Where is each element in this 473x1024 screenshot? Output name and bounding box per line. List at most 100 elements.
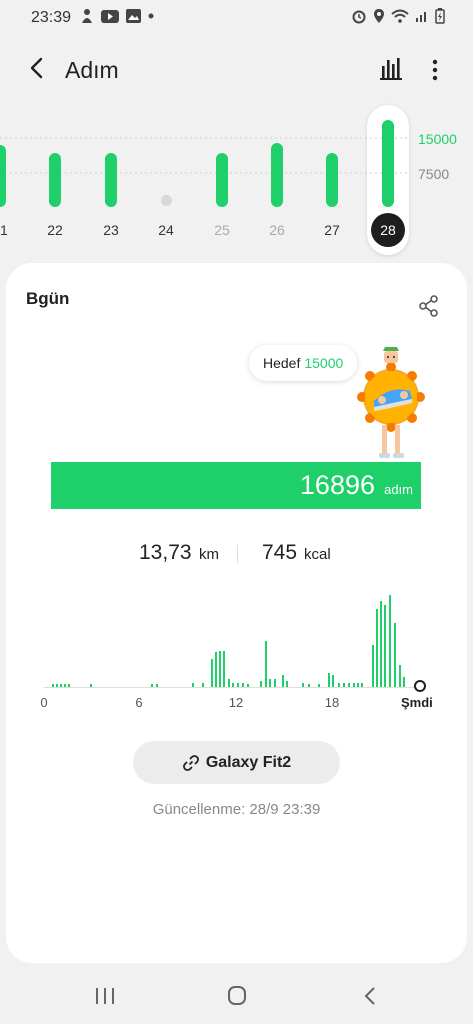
bar-chart-icon[interactable]: [378, 56, 406, 82]
distance-unit: km: [199, 546, 219, 563]
hourly-bar: [394, 623, 396, 687]
week-day-label-27[interactable]: 27: [312, 222, 352, 238]
recents-icon[interactable]: [90, 984, 120, 1008]
hourly-bar: [247, 684, 249, 687]
hourly-bar: [376, 609, 378, 687]
youtube-icon: [101, 9, 119, 23]
device-label: Galaxy Fit2: [205, 753, 292, 771]
hourly-bar: [343, 683, 345, 687]
alarm-icon: [352, 10, 366, 24]
goal-label: Hedef: [263, 355, 301, 371]
steps-progress-bar: 16896 adım: [51, 462, 421, 509]
week-day-label-23[interactable]: 23: [91, 222, 131, 238]
link-icon: [182, 754, 199, 771]
week-bar-22[interactable]: [49, 152, 61, 207]
steps-count: 16896: [299, 470, 375, 500]
week-bar-25[interactable]: [216, 152, 228, 207]
week-bar-26[interactable]: [271, 143, 283, 207]
back-chevron-icon[interactable]: [24, 54, 50, 82]
hourly-bar: [151, 684, 153, 687]
hourly-bar: [274, 679, 276, 687]
week-day-label-25[interactable]: 25: [202, 222, 242, 238]
week-day-label-21[interactable]: 21: [0, 222, 20, 238]
hourly-bar: [232, 683, 234, 687]
hourly-bar: [211, 659, 213, 687]
week-day-label-22[interactable]: 22: [35, 222, 75, 238]
hourly-bar: [192, 683, 194, 687]
hourly-bar: [308, 684, 310, 687]
hourly-bar: [215, 652, 217, 687]
page-title: Adım: [65, 57, 119, 83]
dot-icon: [148, 13, 154, 19]
hourly-axis-line: [44, 687, 414, 688]
system-nav-bar: [0, 964, 473, 1024]
gallery-icon: [126, 9, 141, 23]
hourly-bar: [380, 601, 382, 687]
more-vertical-icon[interactable]: [423, 56, 447, 84]
hourly-bar: [265, 641, 267, 687]
calories-value: 745: [262, 541, 298, 564]
status-time: 23:39: [31, 9, 72, 26]
week-empty-dot-24[interactable]: [161, 195, 172, 206]
week-day-label-24[interactable]: 24: [146, 222, 186, 238]
hourly-bar: [68, 684, 70, 687]
week-bar-28[interactable]: [382, 120, 394, 207]
week-chart-grid: [0, 137, 410, 174]
hourly-bar: [318, 684, 320, 687]
status-bar: 23:39: [0, 0, 473, 36]
now-marker: [414, 680, 426, 692]
week-bar-21[interactable]: [0, 145, 6, 207]
hour-label-18: 18: [324, 695, 340, 710]
hourly-bar: [282, 675, 284, 687]
hourly-bar: [90, 684, 92, 687]
hourly-bar: [260, 681, 262, 687]
goal-bubble: Hedef 15000: [249, 345, 358, 381]
hourly-bar: [332, 675, 334, 687]
updated-text: Güncellenme: 28/9 23:39: [152, 801, 321, 818]
stats-divider: [237, 545, 238, 563]
hourly-bar: [372, 645, 374, 687]
hourly-bar: [353, 683, 355, 687]
hourly-bar: [399, 665, 401, 687]
today-card: Bgün Hedef 15000 16896 adım 13,73 km 745…: [6, 263, 467, 963]
app-bar: Adım: [0, 44, 473, 96]
home-icon[interactable]: [222, 984, 252, 1008]
status-right-icons: [351, 8, 445, 24]
wifi-icon: [391, 9, 409, 23]
hourly-bar: [60, 684, 62, 687]
now-label: Şmdi: [401, 695, 433, 710]
hourly-bar: [223, 651, 225, 687]
steps-unit: adım: [384, 482, 413, 497]
week-day-label-28[interactable]: 28: [371, 213, 405, 247]
week-bar-23[interactable]: [105, 152, 117, 207]
hourly-bar: [389, 595, 391, 687]
distance-value: 13,73: [139, 541, 192, 564]
hourly-bar: [52, 684, 54, 687]
hourly-bar: [348, 683, 350, 687]
hourly-bar: [338, 683, 340, 687]
goal-value: 15000: [304, 355, 344, 371]
today-title: Bgün: [26, 289, 70, 308]
hourly-bar: [361, 683, 363, 687]
y-axis-tick-mid: 7500: [418, 166, 450, 182]
mascot-illustration: [357, 347, 425, 458]
hourly-bar: [242, 683, 244, 687]
share-icon[interactable]: [418, 295, 440, 317]
hourly-bar: [237, 683, 239, 687]
hour-label-12: 12: [228, 695, 244, 710]
week-day-label-26[interactable]: 26: [257, 222, 297, 238]
calories-unit: kcal: [304, 546, 331, 563]
location-icon: [374, 9, 384, 23]
hourly-bar: [403, 677, 405, 687]
nav-back-icon[interactable]: [356, 984, 386, 1008]
battery-icon: [435, 8, 445, 24]
hourly-bar: [357, 683, 359, 687]
hourly-bar: [328, 673, 330, 687]
week-bar-27[interactable]: [326, 152, 338, 207]
hourly-bar: [56, 684, 58, 687]
device-button[interactable]: Galaxy Fit2: [133, 741, 340, 784]
hourly-bar: [286, 681, 288, 687]
hourly-bar: [384, 605, 386, 687]
y-axis-tick-goal: 15000: [418, 131, 457, 147]
hourly-bar: [302, 683, 304, 687]
